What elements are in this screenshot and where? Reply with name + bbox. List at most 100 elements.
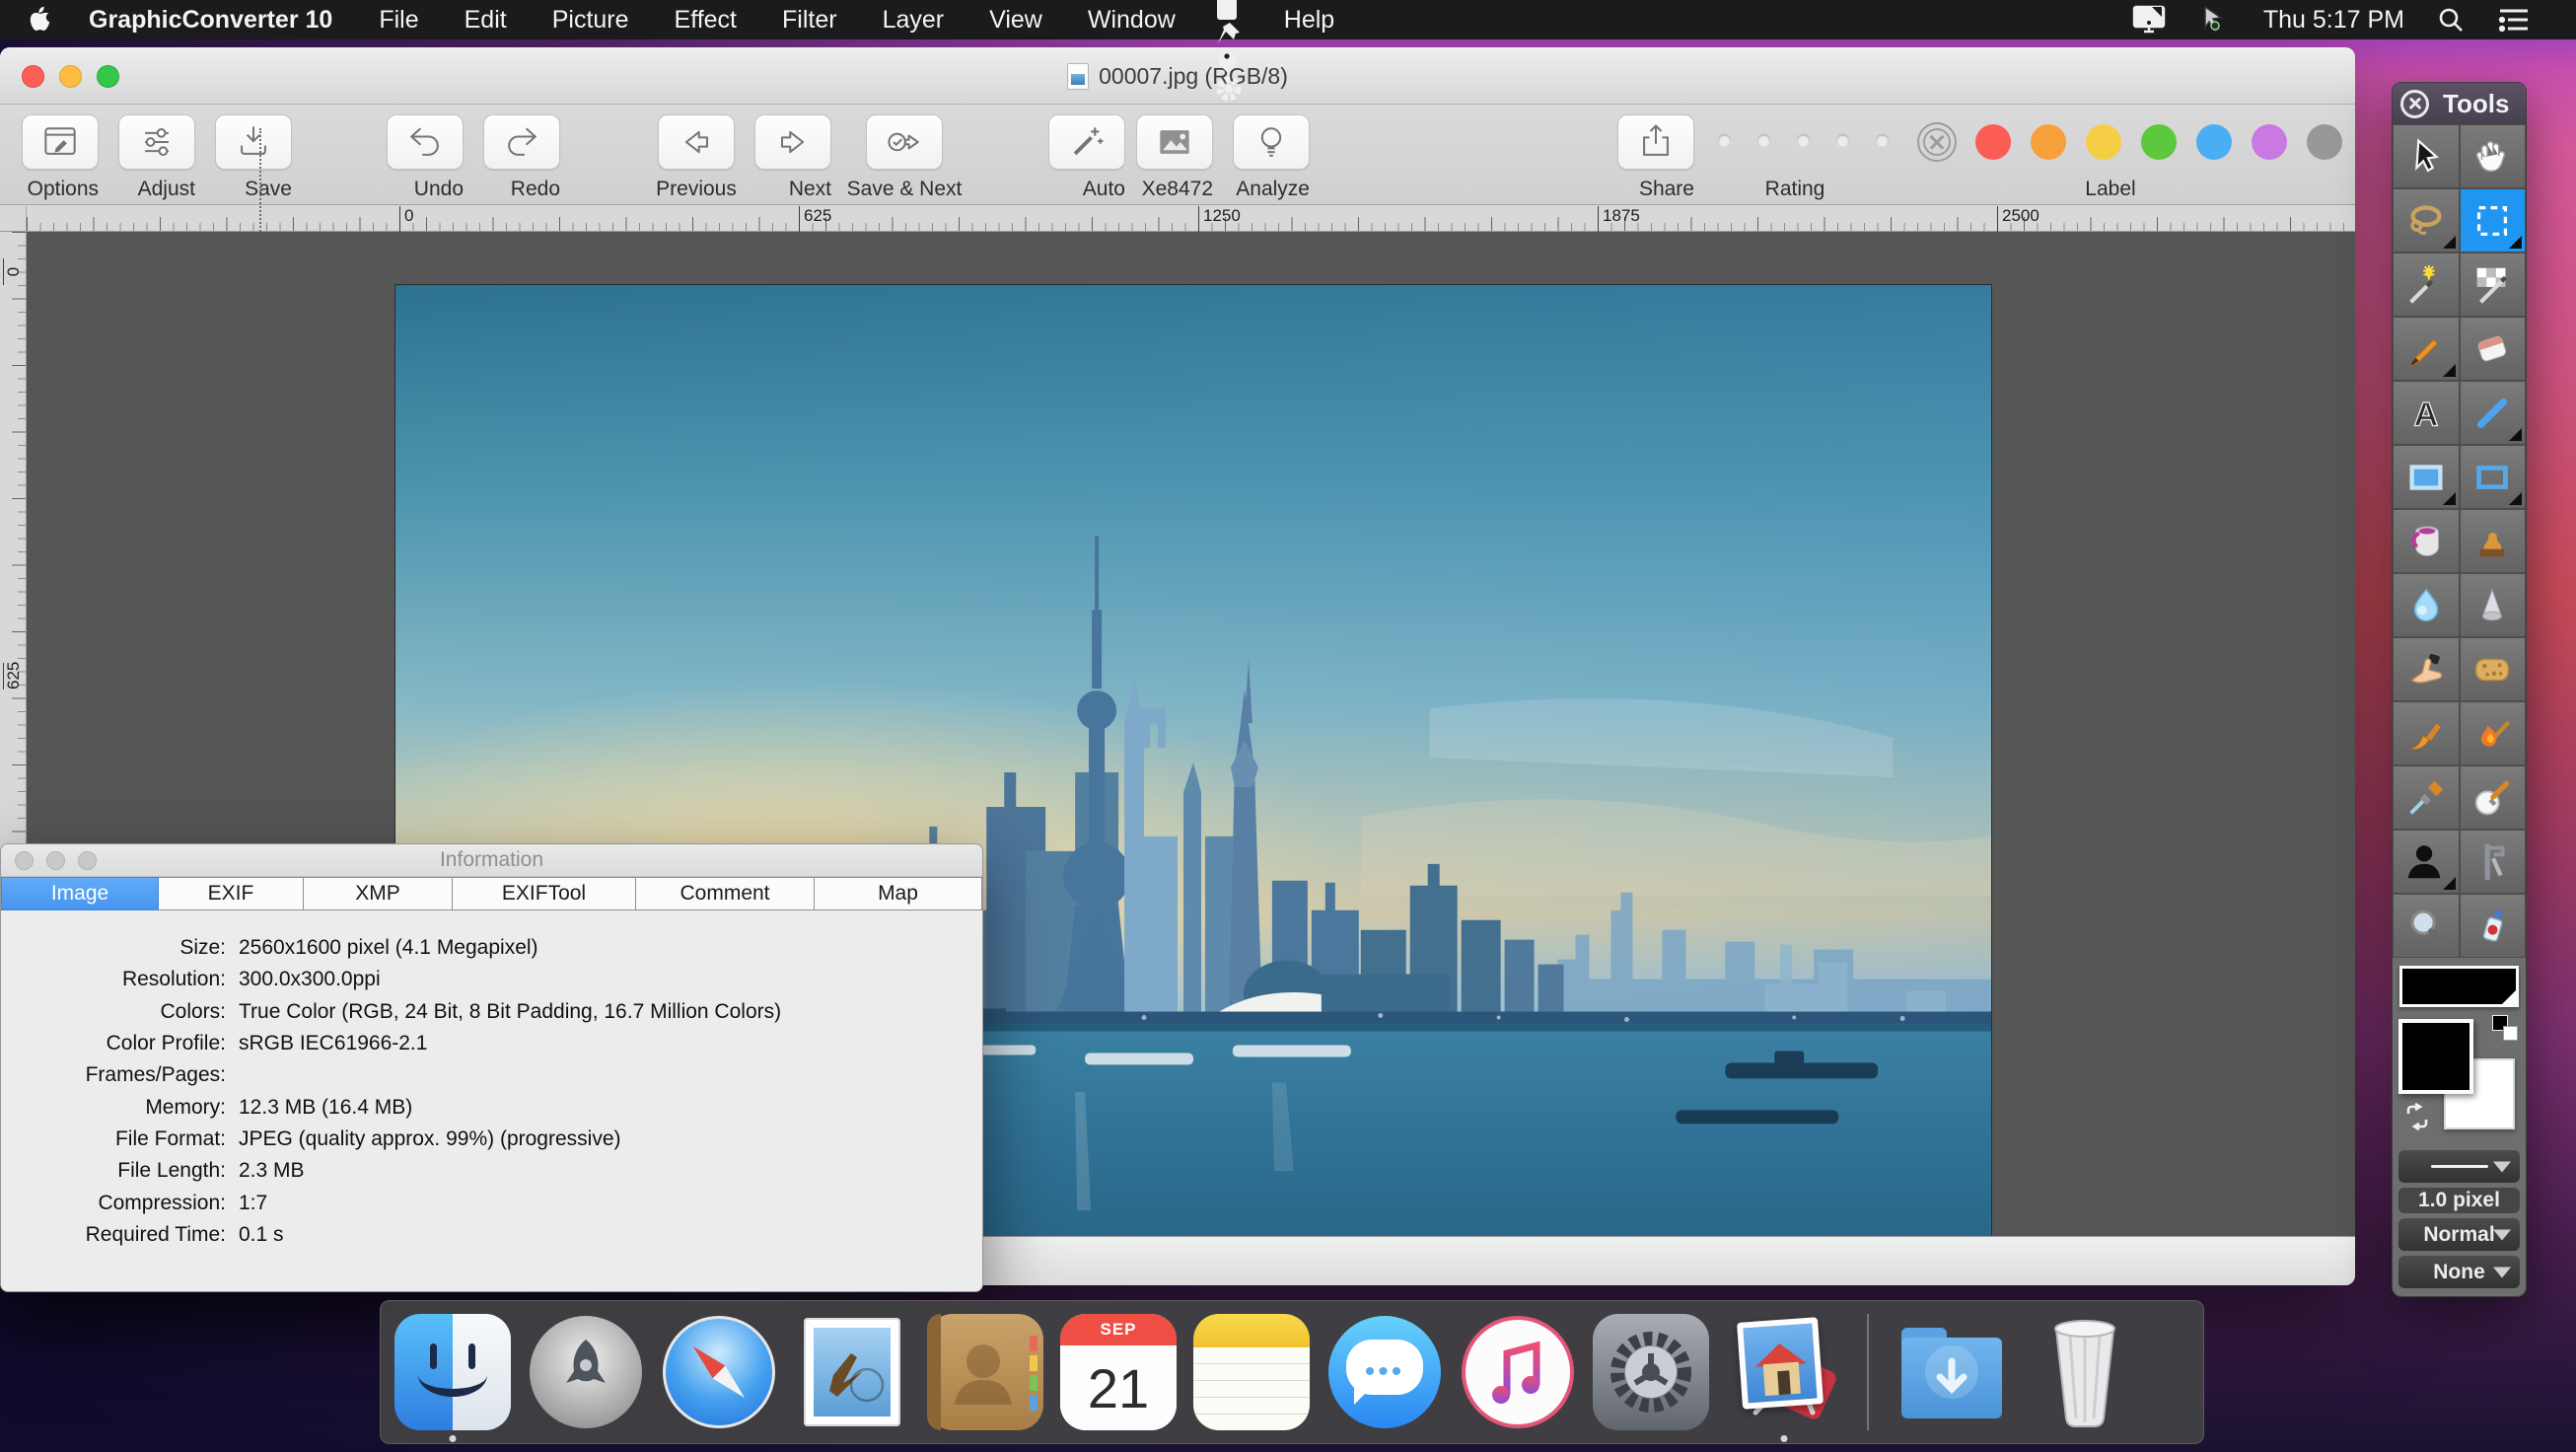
adjust-toolbar-button[interactable]: Adjust bbox=[118, 114, 195, 201]
label-color-5[interactable] bbox=[2196, 124, 2232, 160]
filled-rect-tool[interactable] bbox=[2393, 445, 2460, 509]
options-toolbar-button[interactable]: Options bbox=[22, 114, 99, 201]
previous-toolbar-button[interactable]: Previous bbox=[658, 114, 735, 201]
default-colors-icon[interactable] bbox=[2492, 1015, 2518, 1041]
redo-toolbar-button[interactable]: Redo bbox=[483, 114, 560, 201]
rating-dots[interactable] bbox=[1718, 134, 1889, 147]
sharpen-tool[interactable] bbox=[2460, 573, 2527, 637]
menu-picture[interactable]: Picture bbox=[530, 6, 652, 34]
dock-launchpad[interactable] bbox=[528, 1314, 644, 1430]
dock-graphicconverter[interactable] bbox=[1726, 1314, 1842, 1430]
effect-dropdown[interactable]: None bbox=[2398, 1256, 2520, 1288]
tag-icon[interactable] bbox=[1198, 47, 1261, 75]
sponge-tool[interactable] bbox=[2460, 637, 2527, 701]
info-tab-xmp[interactable]: XMP bbox=[304, 877, 453, 910]
eyedropper-tool[interactable] bbox=[2393, 765, 2460, 830]
dock-itunes[interactable] bbox=[1460, 1314, 1576, 1430]
hand-tool[interactable] bbox=[2460, 124, 2527, 188]
rating-dot-1[interactable] bbox=[1718, 134, 1731, 147]
rating-dot-4[interactable] bbox=[1836, 134, 1849, 147]
dock-safari[interactable] bbox=[661, 1314, 777, 1430]
tools-close-icon[interactable] bbox=[2400, 90, 2429, 118]
apple-menu[interactable] bbox=[28, 5, 53, 35]
move-tool[interactable] bbox=[2393, 124, 2460, 188]
gear-icon[interactable] bbox=[1198, 75, 1261, 103]
color-wheel-tool[interactable] bbox=[2460, 765, 2527, 830]
label-color-3[interactable] bbox=[2086, 124, 2121, 160]
dock-finder[interactable] bbox=[394, 1314, 511, 1430]
label-none-button[interactable] bbox=[1917, 122, 1957, 162]
rating-dot-3[interactable] bbox=[1797, 134, 1810, 147]
smudge-tool[interactable] bbox=[2393, 637, 2460, 701]
label-color-1[interactable] bbox=[1975, 124, 2011, 160]
info-close-button[interactable] bbox=[15, 851, 34, 870]
pushpin-icon[interactable] bbox=[1198, 20, 1261, 47]
clipboard-icon[interactable] bbox=[1198, 0, 1261, 20]
blur-tool[interactable] bbox=[2393, 573, 2460, 637]
silhouette-tool[interactable] bbox=[2393, 830, 2460, 894]
undo-toolbar-button[interactable]: Undo bbox=[387, 114, 464, 201]
app-menu-title[interactable]: GraphicConverter 10 bbox=[89, 6, 332, 35]
dock-downloads[interactable] bbox=[1894, 1314, 2010, 1430]
menu-effect[interactable]: Effect bbox=[652, 6, 759, 34]
dock-messages[interactable]: ••• bbox=[1326, 1314, 1443, 1430]
menu-edit[interactable]: Edit bbox=[442, 6, 530, 34]
lasso-tool[interactable] bbox=[2393, 188, 2460, 253]
rating-dot-2[interactable] bbox=[1757, 134, 1770, 147]
transparent-wand-tool[interactable] bbox=[2460, 253, 2527, 317]
info-tab-image[interactable]: Image bbox=[1, 877, 159, 910]
info-minimize-button[interactable] bbox=[46, 851, 65, 870]
menu-layer[interactable]: Layer bbox=[860, 6, 967, 34]
menu-window[interactable]: Window bbox=[1065, 6, 1198, 34]
dock-trash[interactable] bbox=[2027, 1314, 2143, 1430]
eraser-tool[interactable] bbox=[2460, 317, 2527, 381]
tools-palette-titlebar[interactable]: Tools bbox=[2393, 83, 2526, 124]
next-toolbar-button[interactable]: Next bbox=[754, 114, 831, 201]
burn-tool[interactable] bbox=[2460, 701, 2527, 765]
share-toolbar-button[interactable]: Share bbox=[1617, 114, 1694, 201]
blend-mode-dropdown[interactable]: Normal bbox=[2398, 1218, 2520, 1251]
dock-notes[interactable] bbox=[1193, 1314, 1310, 1430]
information-titlebar[interactable]: Information bbox=[1, 844, 982, 877]
rating-dot-5[interactable] bbox=[1876, 134, 1889, 147]
label-color-7[interactable] bbox=[2307, 124, 2342, 160]
info-zoom-button[interactable] bbox=[78, 851, 97, 870]
dock-contacts[interactable] bbox=[927, 1314, 1043, 1430]
info-tab-comment[interactable]: Comment bbox=[636, 877, 815, 910]
caliper-tool[interactable] bbox=[2460, 830, 2527, 894]
label-color-4[interactable] bbox=[2141, 124, 2177, 160]
xe8472-toolbar-button[interactable]: Xe8472 bbox=[1136, 114, 1213, 201]
auto-toolbar-button[interactable]: Auto bbox=[1048, 114, 1125, 201]
current-color-swatch[interactable] bbox=[2399, 966, 2519, 1007]
info-tab-map[interactable]: Map bbox=[815, 877, 982, 910]
menubar-clock[interactable]: Thu 5:17 PM bbox=[2248, 6, 2420, 35]
clone-stamp-tool[interactable] bbox=[2460, 509, 2527, 573]
save-toolbar-button[interactable]: Save bbox=[215, 114, 292, 201]
save-next-toolbar-button[interactable]: Save & Next bbox=[866, 114, 943, 201]
label-color-2[interactable] bbox=[2031, 124, 2066, 160]
paint-bucket-tool[interactable] bbox=[2393, 509, 2460, 573]
analyze-toolbar-button[interactable]: Analyze bbox=[1233, 114, 1310, 201]
info-tab-exiftool[interactable]: EXIFTool bbox=[453, 877, 636, 910]
menu-filter[interactable]: Filter bbox=[759, 6, 860, 34]
rect-frame-tool[interactable] bbox=[2460, 445, 2527, 509]
display-menu-icon[interactable] bbox=[2115, 5, 2182, 35]
dock-system-preferences[interactable] bbox=[1593, 1314, 1709, 1430]
line-tool[interactable] bbox=[2460, 381, 2527, 445]
window-titlebar[interactable]: 00007.jpg (RGB/8) bbox=[0, 47, 2355, 105]
info-tab-exif[interactable]: EXIF bbox=[159, 877, 304, 910]
rect-select-tool[interactable] bbox=[2460, 188, 2527, 253]
dust-brush-tool[interactable] bbox=[2393, 701, 2460, 765]
brush-tool[interactable] bbox=[2393, 317, 2460, 381]
foreground-color-swatch[interactable] bbox=[2398, 1019, 2473, 1094]
magic-wand-tool[interactable] bbox=[2393, 253, 2460, 317]
label-color-6[interactable] bbox=[2252, 124, 2287, 160]
dock-mail[interactable] bbox=[794, 1314, 910, 1430]
spotlight-icon[interactable] bbox=[2420, 6, 2481, 34]
notification-center-icon[interactable] bbox=[2481, 7, 2546, 33]
menu-view[interactable]: View bbox=[966, 6, 1065, 34]
text-tool[interactable]: A bbox=[2393, 381, 2460, 445]
dock-calendar[interactable]: SEP21 bbox=[1060, 1314, 1177, 1430]
menu-file[interactable]: File bbox=[356, 6, 441, 34]
menu-help[interactable]: Help bbox=[1261, 6, 1357, 35]
